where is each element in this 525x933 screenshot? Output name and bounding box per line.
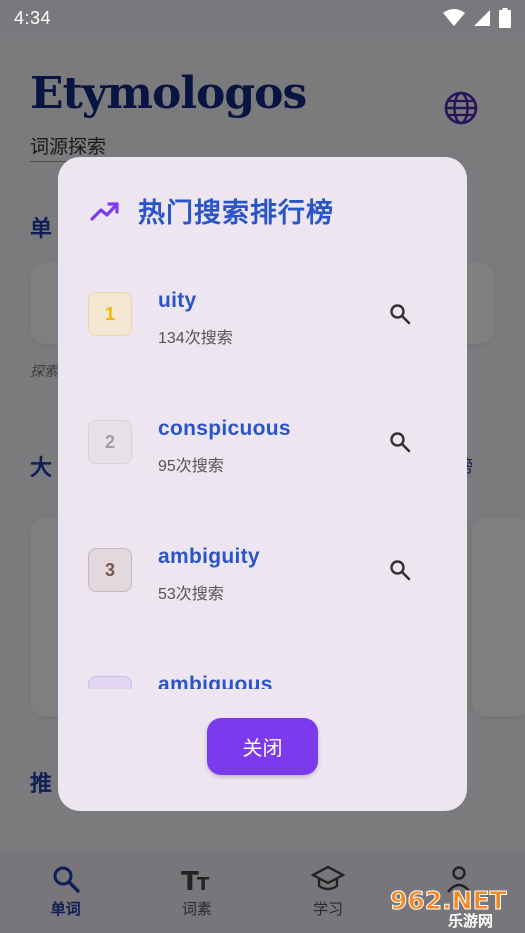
ranking-item[interactable]: 3 ambiguity 53次搜索 (58, 503, 467, 631)
rank-badge-gold: 1 (88, 292, 132, 336)
dialog-title: 热门搜索排行榜 (138, 198, 334, 228)
search-icon[interactable] (388, 430, 412, 454)
signal-icon (474, 10, 490, 26)
ranking-word: ambiguity (158, 545, 260, 568)
status-icons (443, 8, 511, 28)
ranking-list[interactable]: 1 uity 134次搜索 2 conspicuous 95次搜索 3 ambi… (58, 247, 467, 689)
watermark-text: 962.NET (390, 886, 507, 915)
ranking-word: ambiguous (158, 673, 273, 689)
search-count: 95次搜索 (158, 458, 224, 475)
ranking-item[interactable]: 4 ambiguous (58, 631, 467, 689)
wifi-icon (443, 9, 465, 26)
search-icon[interactable] (388, 302, 412, 326)
search-count: 53次搜索 (158, 586, 224, 603)
search-count: 134次搜索 (158, 330, 233, 347)
close-button[interactable]: 关闭 (207, 718, 318, 775)
search-icon[interactable] (388, 558, 412, 582)
ranking-word: conspicuous (158, 417, 291, 440)
status-bar: 4:34 (0, 0, 525, 36)
status-time: 4:34 (14, 7, 52, 28)
watermark-logo: 962.NET 乐游网 (390, 886, 508, 930)
rank-badge-bronze: 3 (88, 548, 132, 592)
watermark-subtext: 乐游网 (448, 912, 493, 929)
rank-badge: 4 (88, 676, 132, 689)
ranking-item[interactable]: 1 uity 134次搜索 (58, 247, 467, 375)
dialog-header: 热门搜索排行榜 (90, 191, 334, 230)
ranking-word: uity (158, 289, 197, 312)
rank-badge-silver: 2 (88, 420, 132, 464)
battery-icon (499, 8, 511, 28)
ranking-item[interactable]: 2 conspicuous 95次搜索 (58, 375, 467, 503)
trending-search-dialog: 热门搜索排行榜 1 uity 134次搜索 2 conspicuous 95次搜… (58, 157, 467, 811)
trending-up-icon (90, 201, 119, 221)
